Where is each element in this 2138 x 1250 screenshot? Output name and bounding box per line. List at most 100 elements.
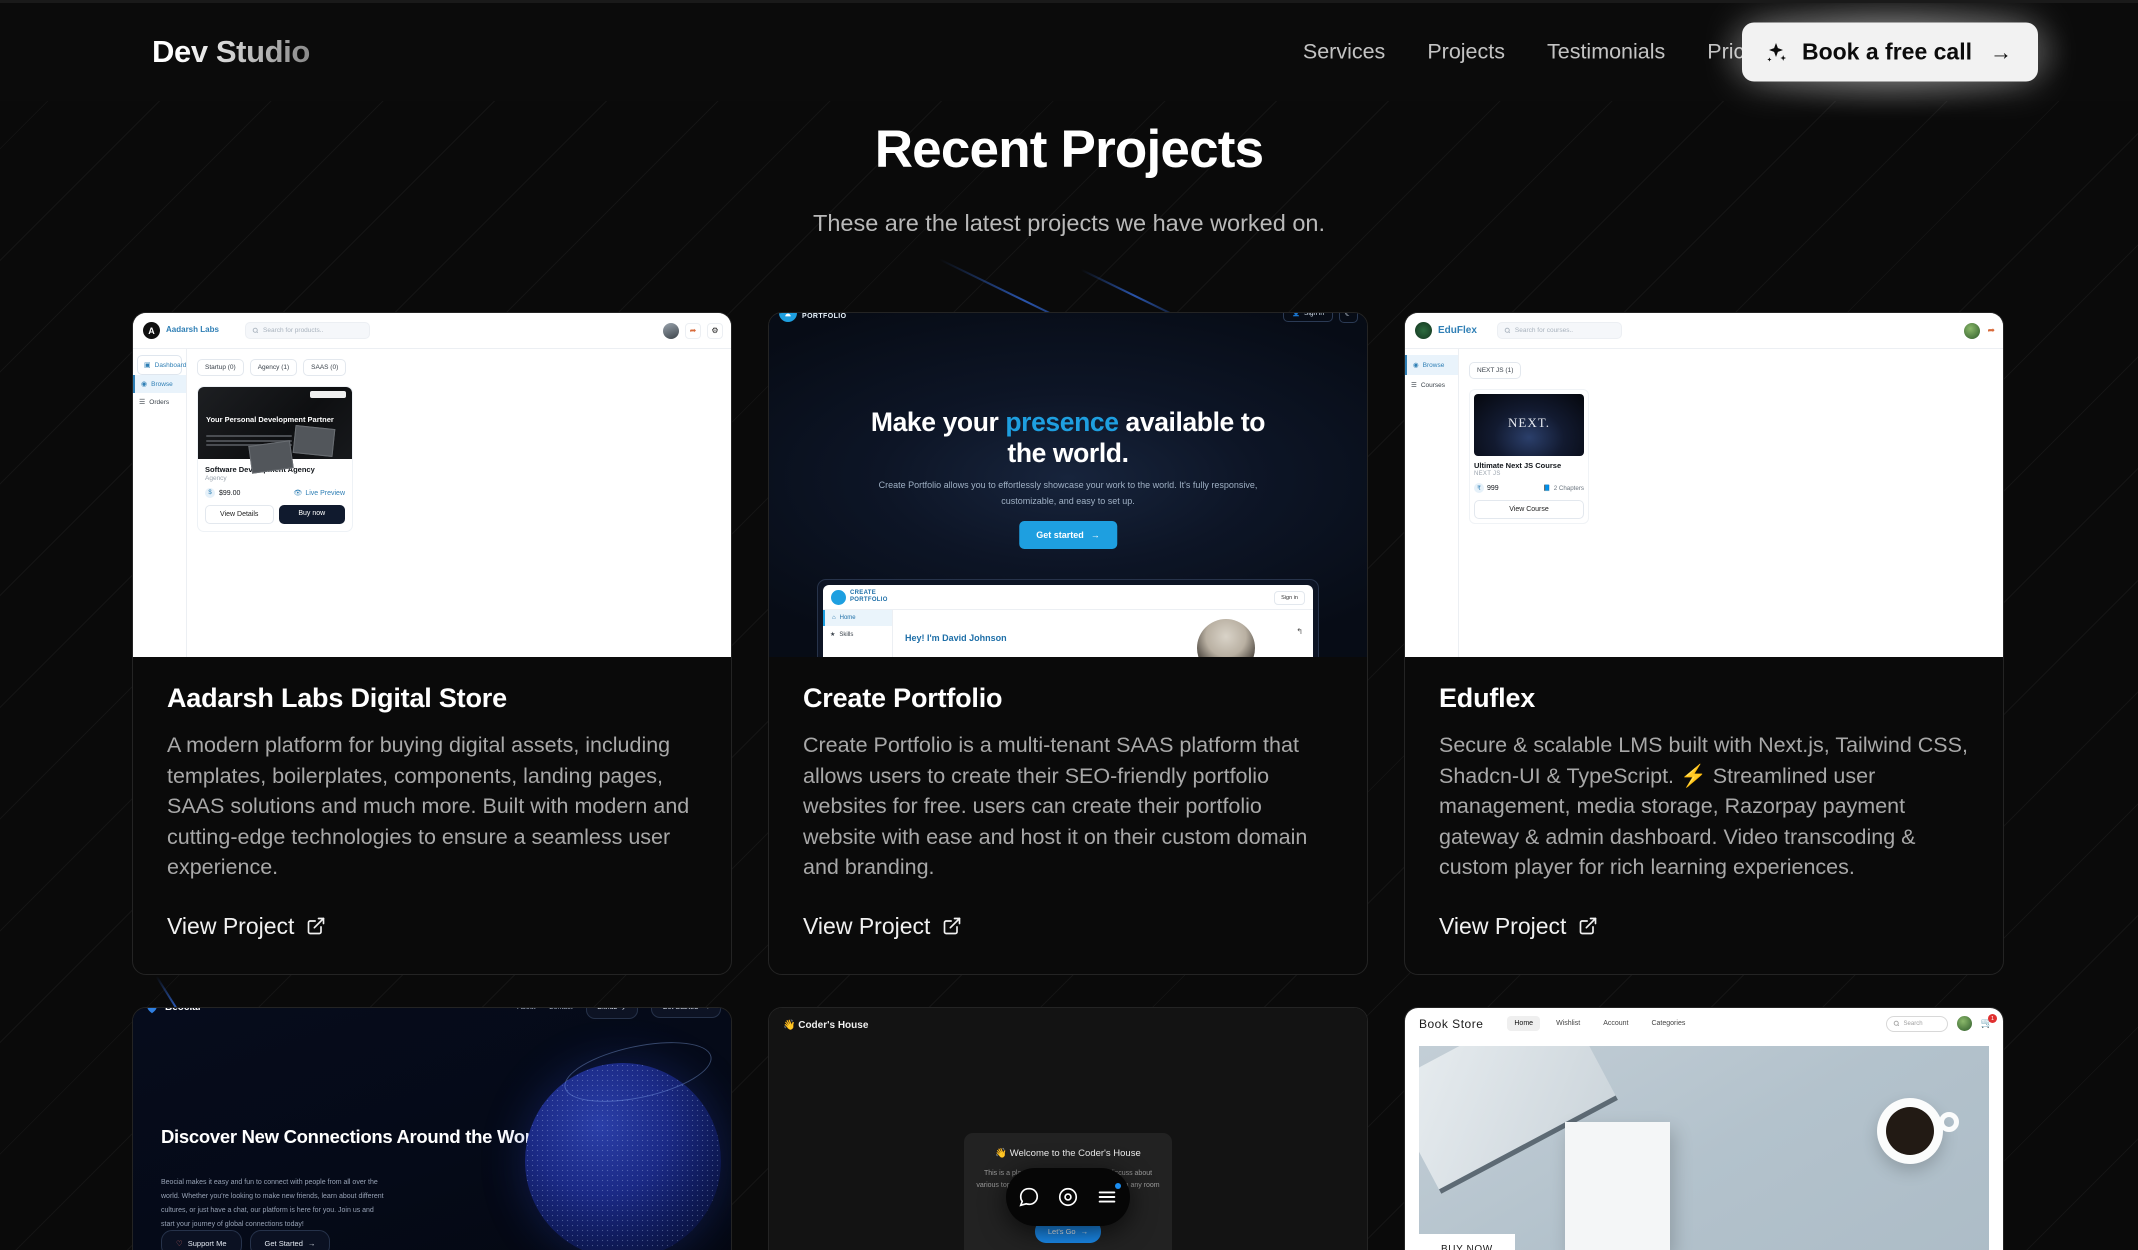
- sidebar-label: Dashboard: [154, 361, 187, 369]
- sparkle-icon: [1767, 42, 1787, 62]
- logout-icon[interactable]: ➦: [1987, 325, 1995, 336]
- mock-search-input[interactable]: Search for products..: [245, 322, 370, 339]
- nav-item-account[interactable]: Account: [1596, 1016, 1635, 1031]
- sidebar-label: Skills: [839, 631, 854, 638]
- inner-sidebar-item-home[interactable]: ⌂ Home: [823, 610, 892, 626]
- avatar[interactable]: [1964, 322, 1981, 339]
- project-description: Create Portfolio is a multi-tenant SAAS …: [803, 733, 1308, 880]
- menu-icon[interactable]: [1096, 1182, 1121, 1208]
- mock-search-input[interactable]: Search for courses..: [1496, 322, 1622, 339]
- list-icon: ☰: [1411, 382, 1417, 389]
- mock-logo: Beocial: [145, 1007, 201, 1015]
- nav-item-about[interactable]: About: [517, 1008, 535, 1012]
- compass-icon: ◉: [1413, 362, 1419, 369]
- sidebar-item-courses[interactable]: ☰ Courses: [1405, 375, 1458, 395]
- view-details-button[interactable]: View Details: [205, 505, 274, 524]
- menu-icon-glyph: [1098, 1191, 1116, 1203]
- nav-item-services[interactable]: Services: [1303, 40, 1385, 65]
- inner-header: CREATE PORTFOLIO Sign in: [823, 585, 1313, 610]
- thumb-shape: [292, 424, 336, 458]
- project-card[interactable]: A Aadarsh Labs Search for products.. ➦ ⚙: [132, 312, 732, 975]
- get-started-button[interactable]: Get started →: [1019, 521, 1117, 549]
- nav-item-contact[interactable]: Contact: [549, 1008, 573, 1012]
- buy-now-button[interactable]: BUY NOW: [1419, 1233, 1515, 1250]
- avatar[interactable]: [663, 322, 679, 339]
- theme-toggle-button[interactable]: ☾: [1339, 313, 1358, 323]
- hero-section: Recent Projects These are the latest pro…: [0, 101, 2138, 237]
- cart-icon[interactable]: 🛒 1: [1981, 1014, 1997, 1029]
- logo-line-1: CREATE: [850, 590, 877, 597]
- project-description: A modern platform for buying digital ass…: [167, 733, 690, 880]
- search-placeholder: Search: [1903, 1020, 1923, 1027]
- chip-saas[interactable]: SAAS (0): [303, 359, 347, 376]
- record-icon[interactable]: [1057, 1186, 1079, 1208]
- cart-count-badge: 1: [1988, 1014, 1997, 1024]
- support-me-button[interactable]: ♡ Support Me: [161, 1229, 242, 1250]
- mock-logo-text: CREATE PORTFOLIO: [802, 313, 846, 321]
- search-input[interactable]: Search: [1885, 1015, 1948, 1032]
- sidebar-item-dashboard[interactable]: ▣ Dashboard: [137, 355, 186, 375]
- mock-logo: CREATE PORTFOLIO: [779, 313, 846, 322]
- view-project-label: View Project: [1439, 912, 1567, 939]
- settings-icon[interactable]: ⚙: [707, 322, 723, 339]
- arrow-right-icon: →: [1990, 39, 2012, 64]
- buy-now-button[interactable]: Buy now: [278, 505, 345, 524]
- site-header: Dev Studio Services Projects Testimonial…: [0, 0, 2138, 108]
- project-description: Secure & scalable LMS built with Next.js…: [1439, 733, 1968, 880]
- project-card[interactable]: Book Store Home Wishlist Account Categor…: [1404, 1006, 2004, 1250]
- cup-handle-shape: [1939, 1111, 1959, 1132]
- inner-sign-in-button[interactable]: Sign in: [1274, 591, 1305, 605]
- book-call-label: Book a free call: [1801, 38, 1972, 65]
- coffee-cup-shape: [1877, 1097, 1943, 1164]
- get-started-button[interactable]: Get Started →: [249, 1229, 331, 1250]
- sidebar-item-browse[interactable]: ◉ Browse: [1405, 355, 1458, 375]
- chat-icon[interactable]: [1018, 1186, 1040, 1208]
- sidebar-item-orders[interactable]: ☰ Orders: [133, 393, 186, 411]
- inner-sidebar: ⌂ Home ★ Skills: [823, 610, 893, 657]
- sign-in-button[interactable]: 👤 Sign in: [1283, 313, 1333, 322]
- product-card[interactable]: Your Personal Development Partner Softwa…: [197, 386, 353, 532]
- brand-logo[interactable]: Dev Studio: [152, 34, 310, 70]
- chip-nextjs[interactable]: NEXT JS (1): [1469, 362, 1522, 379]
- page-subtitle: These are the latest projects we have wo…: [812, 210, 1326, 236]
- nav-item-categories[interactable]: Categories: [1644, 1016, 1692, 1031]
- project-card[interactable]: Beocial About Contact Github ↗ Get Starte…: [132, 1006, 732, 1250]
- view-course-button[interactable]: View Course: [1474, 500, 1584, 519]
- github-button[interactable]: Github ↗: [585, 1007, 639, 1019]
- external-link-icon: [1580, 917, 1597, 935]
- course-category: NEXT JS: [1474, 471, 1501, 477]
- record-icon-glyph: [1058, 1187, 1078, 1206]
- mock-logo-initial: A: [143, 322, 160, 339]
- project-card-body: Aadarsh Labs Digital Store A modern plat…: [133, 657, 731, 974]
- sidebar-item-browse[interactable]: ◉ Browse: [133, 375, 186, 393]
- thumb-shape: [248, 440, 294, 474]
- share-icon[interactable]: ↰: [1296, 627, 1303, 636]
- view-project-link[interactable]: View Project: [803, 913, 962, 940]
- live-preview-link[interactable]: 👁 Live Preview: [293, 489, 345, 498]
- view-project-link[interactable]: View Project: [1439, 913, 1598, 940]
- mock-main: Startup (0) Agency (1) SAAS (0) Your Per…: [187, 349, 731, 657]
- book-a-free-call-button[interactable]: Book a free call →: [1741, 22, 2038, 82]
- nav-item-projects[interactable]: Projects: [1427, 40, 1505, 65]
- avatar[interactable]: [1956, 1016, 1972, 1032]
- inner-sidebar-item-skills[interactable]: ★ Skills: [823, 626, 892, 643]
- chip-agency[interactable]: Agency (1): [249, 359, 298, 376]
- course-card[interactable]: NEXT. Ultimate Next JS Course NEXT JS ₹9…: [1469, 389, 1589, 524]
- mock-topbar: Book Store Home Wishlist Account Categor…: [1405, 1008, 2003, 1040]
- view-project-label: View Project: [803, 912, 931, 939]
- project-card[interactable]: 👋 Coder's House 👋 Welcome to the Coder's…: [768, 1006, 1368, 1250]
- logout-icon[interactable]: ➦: [685, 322, 701, 339]
- chip-startup[interactable]: Startup (0): [197, 359, 244, 376]
- project-card[interactable]: CREATE PORTFOLIO 👤Sign in ☾ Make your pr…: [768, 312, 1368, 975]
- nav-item-testimonials[interactable]: Testimonials: [1547, 40, 1665, 65]
- aadarsh-labs-mock: A Aadarsh Labs Search for products.. ➦ ⚙: [133, 313, 731, 657]
- view-project-link[interactable]: View Project: [167, 913, 326, 940]
- dashboard-icon: ▣: [144, 362, 151, 369]
- floating-dock: [1006, 1167, 1130, 1226]
- project-card[interactable]: EduFlex Search for courses.. ➦ ◉Browse: [1404, 312, 2004, 975]
- get-started-button[interactable]: Get Started →: [651, 1007, 721, 1019]
- nav-item-home[interactable]: Home: [1507, 1016, 1541, 1032]
- inner-logo: CREATE PORTFOLIO: [831, 589, 903, 605]
- github-label: Github: [596, 1007, 618, 1012]
- nav-item-wishlist[interactable]: Wishlist: [1549, 1016, 1587, 1031]
